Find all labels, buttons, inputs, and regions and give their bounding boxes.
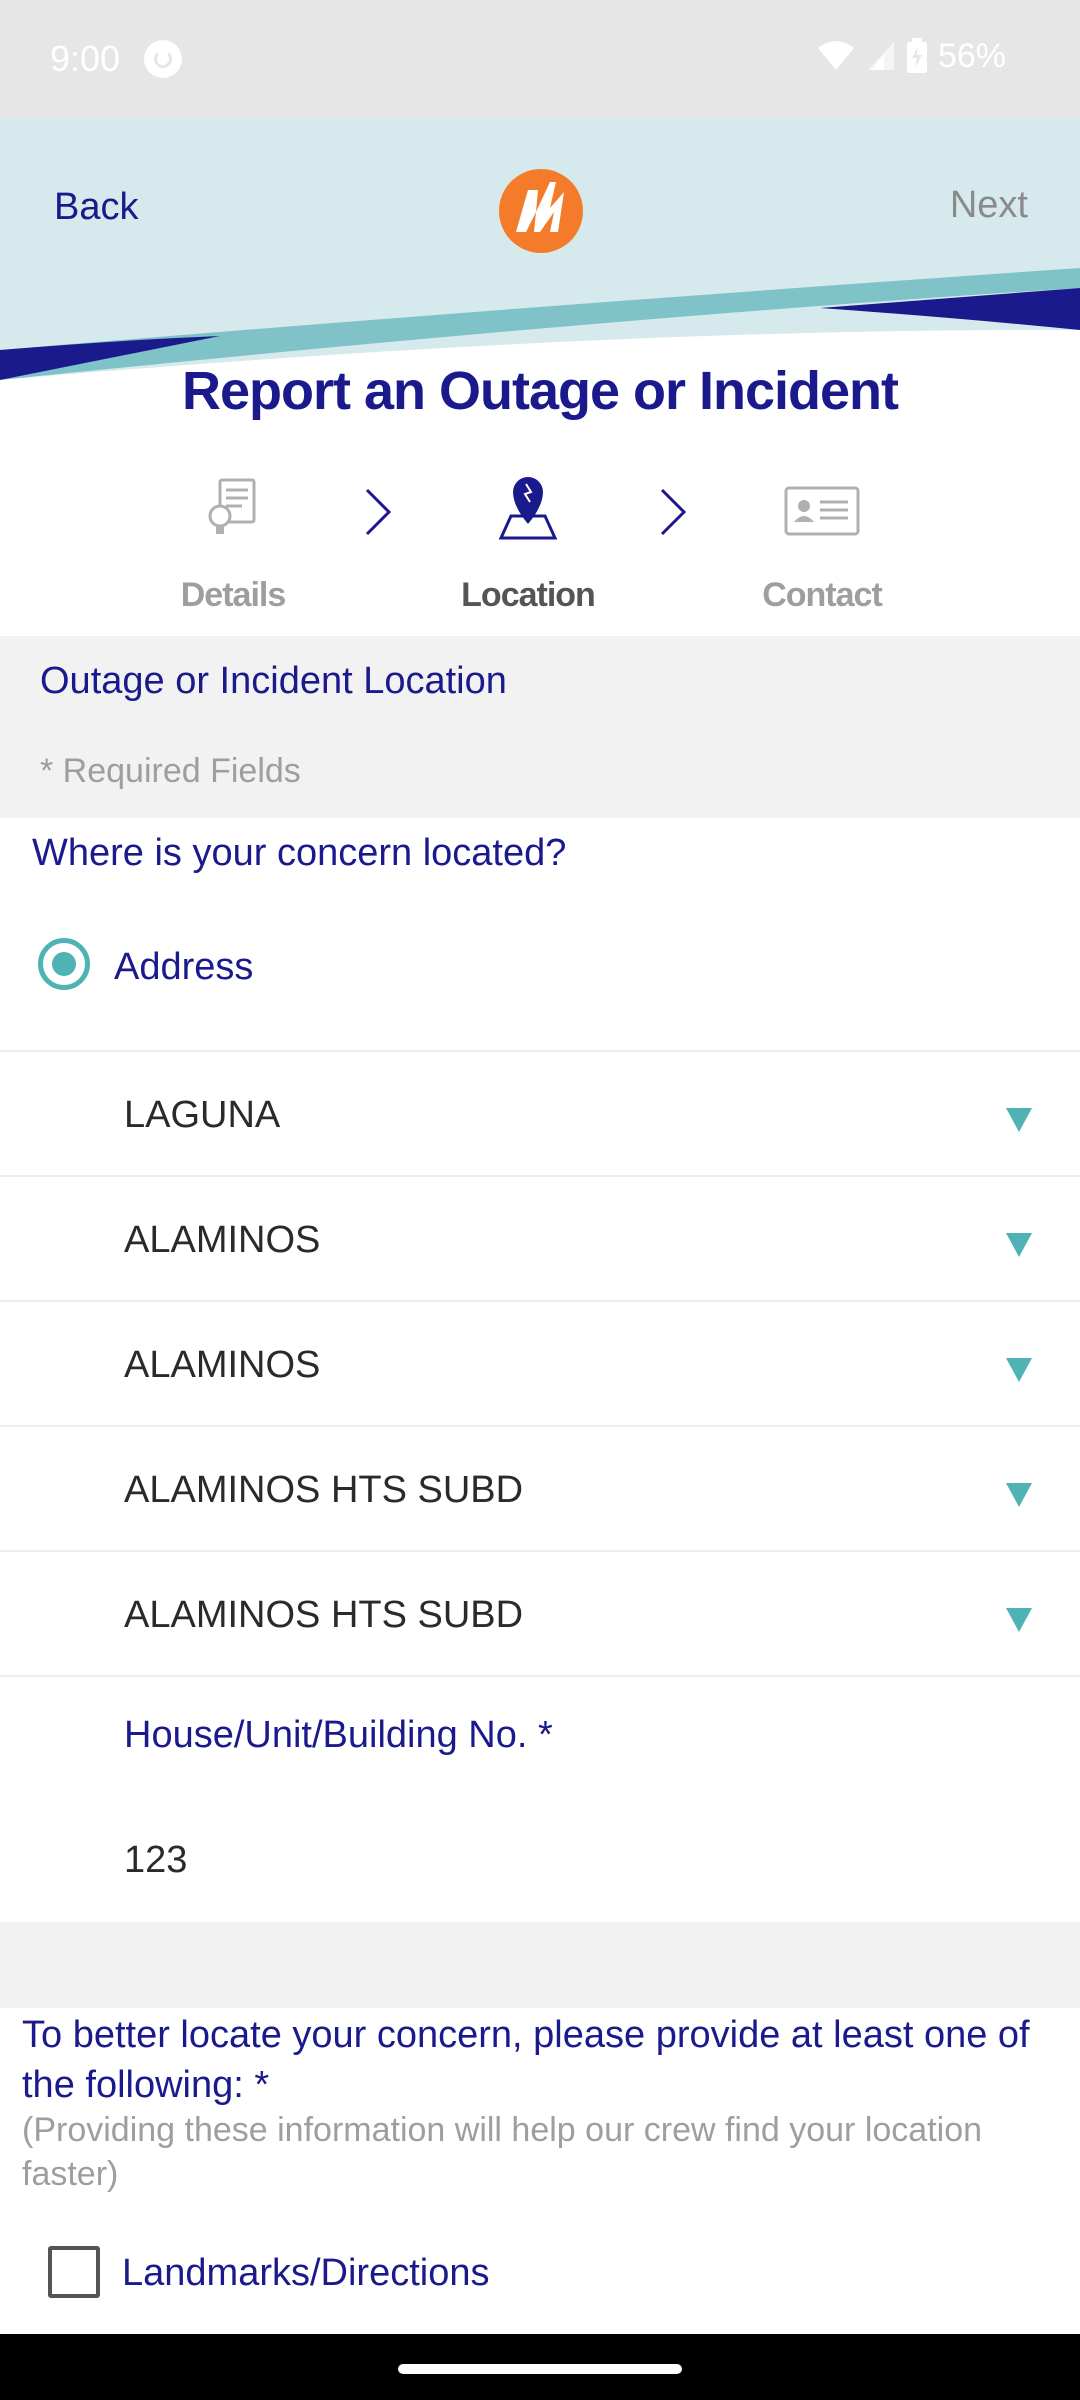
select-value: ALAMINOS	[124, 1219, 321, 1261]
section-title: Outage or Incident Location	[40, 660, 507, 702]
locate-hint: (Providing these information will help o…	[22, 2111, 983, 2193]
province-select[interactable]: LAGUNA	[0, 1052, 1080, 1177]
house-number-label: House/Unit/Building No. *	[124, 1714, 553, 1756]
barangay-select[interactable]: ALAMINOS	[0, 1302, 1080, 1427]
select-value: ALAMINOS HTS SUBD	[124, 1594, 524, 1636]
radio-button[interactable]	[38, 938, 90, 990]
step-label-contact: Contact	[762, 576, 883, 614]
sync-icon	[144, 40, 182, 78]
back-button[interactable]: Back	[54, 186, 138, 229]
chevron-right-icon	[365, 488, 392, 536]
street-select[interactable]: ALAMINOS HTS SUBD	[0, 1552, 1080, 1677]
select-value: ALAMINOS	[124, 1344, 321, 1386]
dropdown-arrow-icon	[1006, 1108, 1032, 1132]
subdivision-select[interactable]: ALAMINOS HTS SUBD	[0, 1427, 1080, 1552]
required-fields-note: * Required Fields	[40, 752, 301, 790]
status-bar: 9:00 56%	[0, 0, 1080, 118]
status-icons: 56%	[816, 34, 1006, 78]
app-header: Back Next	[0, 118, 1080, 380]
battery-percent: 56%	[937, 36, 1006, 75]
section-divider	[0, 1922, 1080, 2008]
step-contact: Contact	[722, 472, 922, 622]
next-button[interactable]: Next	[950, 184, 1028, 227]
cell-signal-icon	[867, 42, 894, 70]
home-gesture-handle[interactable]	[398, 2364, 682, 2374]
dropdown-arrow-icon	[1006, 1483, 1032, 1507]
step-location: Location	[428, 472, 628, 622]
radio-label-address: Address	[114, 946, 254, 988]
chevron-right-icon	[660, 488, 687, 536]
status-time: 9:00	[50, 38, 121, 79]
radio-selected-dot	[52, 952, 76, 976]
details-icon	[208, 478, 256, 534]
location-pin-icon	[498, 477, 558, 540]
dropdown-arrow-icon	[1006, 1608, 1032, 1632]
checkbox[interactable]	[48, 2246, 100, 2298]
battery-icon	[906, 38, 927, 73]
select-value: LAGUNA	[124, 1094, 281, 1136]
step-label-details: Details	[180, 576, 287, 614]
step-label-location: Location	[461, 576, 596, 614]
step-details: Details	[133, 472, 333, 622]
meralco-logo-icon	[499, 169, 583, 253]
city-select[interactable]: ALAMINOS	[0, 1177, 1080, 1302]
dropdown-arrow-icon	[1006, 1233, 1032, 1257]
locate-instructions: To better locate your concern, please pr…	[22, 2014, 1030, 2106]
page-title: Report an Outage or Incident	[181, 361, 899, 421]
system-navigation-bar	[0, 2334, 1080, 2400]
wifi-icon	[817, 41, 854, 70]
house-number-input[interactable]	[0, 1800, 1080, 1920]
landmarks-checkbox-option[interactable]: Landmarks/Directions	[0, 2234, 1080, 2310]
location-question: Where is your concern located?	[32, 832, 567, 874]
checkbox-label-landmarks: Landmarks/Directions	[122, 2252, 490, 2294]
dropdown-arrow-icon	[1006, 1358, 1032, 1382]
contact-card-icon	[784, 486, 860, 536]
select-value: ALAMINOS HTS SUBD	[124, 1469, 524, 1511]
address-radio-option[interactable]: Address	[0, 920, 1080, 1052]
